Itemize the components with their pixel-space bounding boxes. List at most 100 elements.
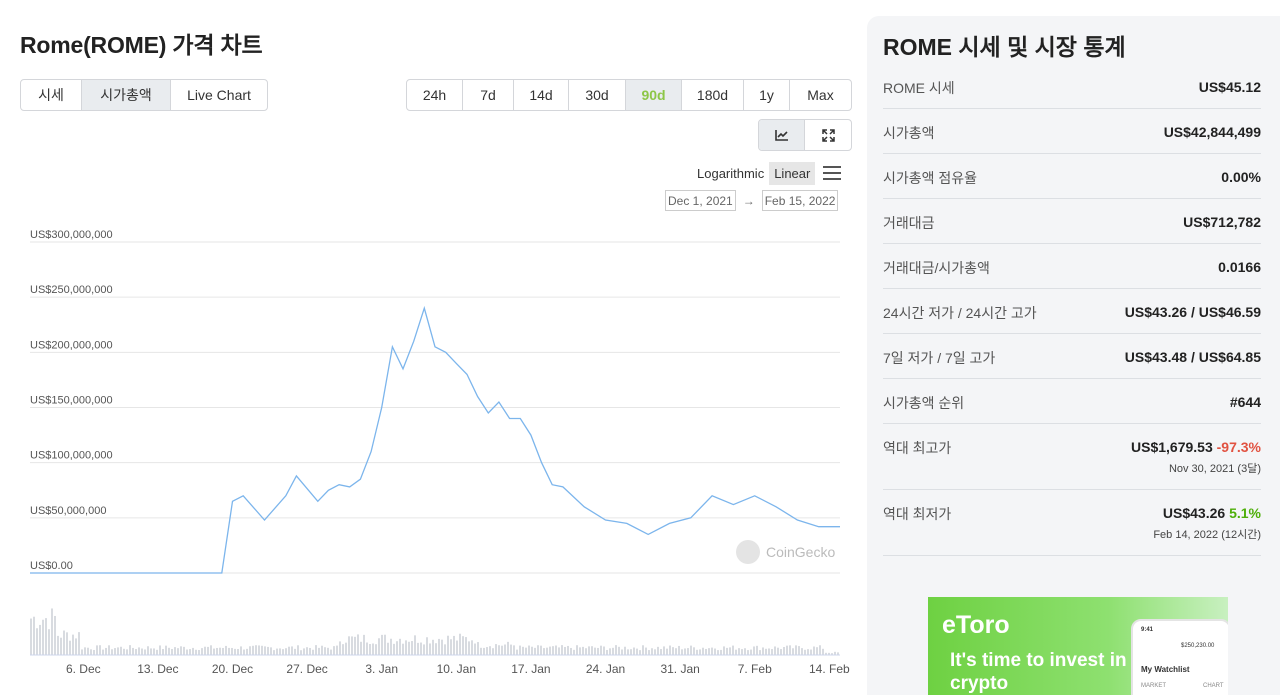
line-chart-icon xyxy=(774,130,788,141)
volume-bar xyxy=(774,646,776,655)
volume-bar xyxy=(165,645,167,655)
range-14d-button[interactable]: 14d xyxy=(514,80,569,110)
tab-0[interactable]: 시세 xyxy=(21,80,82,110)
volume-bar xyxy=(213,648,215,655)
volume-bar xyxy=(255,645,257,655)
volume-bar xyxy=(771,649,773,655)
volume-bar xyxy=(426,637,428,655)
volume-bar xyxy=(402,643,404,655)
volume-bar xyxy=(690,645,692,655)
volume-bar xyxy=(78,632,80,655)
volume-bar xyxy=(54,615,56,655)
y-tick-label: US$200,000,000 xyxy=(30,339,113,351)
volume-bar xyxy=(333,646,335,655)
volume-bar xyxy=(810,649,812,655)
volume-bar xyxy=(516,649,518,655)
volume-bar xyxy=(48,629,50,655)
volume-bar xyxy=(126,649,128,655)
volume-bar xyxy=(777,647,779,655)
volume-bar xyxy=(780,649,782,655)
date-from-input[interactable]: Dec 1, 2021 xyxy=(665,190,736,211)
volume-bar xyxy=(162,649,164,655)
volume-bar xyxy=(30,618,32,655)
volume-bar xyxy=(318,647,320,655)
stat-sub: Nov 30, 2021 (3달) xyxy=(1168,463,1261,475)
volume-bar xyxy=(549,646,551,655)
fullscreen-button[interactable] xyxy=(805,120,851,150)
volume-bar xyxy=(261,645,263,655)
stat-label: 24시간 저가 / 24시간 고가 xyxy=(883,305,1037,321)
volume-bar xyxy=(39,624,41,655)
range-1y-button[interactable]: 1y xyxy=(744,80,790,110)
volume-bar xyxy=(732,645,734,655)
phone-watchlist: My Watchlist xyxy=(1141,665,1190,674)
volume-bar xyxy=(480,647,482,655)
range-30d-button[interactable]: 30d xyxy=(569,80,626,110)
volume-bar xyxy=(531,646,533,655)
stat-value: US$42,844,499 xyxy=(1163,124,1261,140)
volume-bar xyxy=(558,647,560,655)
linear-option[interactable]: Linear xyxy=(769,161,816,185)
volume-bar xyxy=(123,648,125,655)
volume-bar xyxy=(210,645,212,655)
volume-bar xyxy=(252,645,254,655)
volume-bar xyxy=(222,647,224,655)
volume-bar xyxy=(399,638,401,655)
volume-bar xyxy=(186,649,188,655)
volume-bar xyxy=(453,635,455,655)
volume-bar xyxy=(768,648,770,655)
range-90d-button[interactable]: 90d xyxy=(626,80,682,110)
volume-bar xyxy=(345,642,347,655)
volume-bar xyxy=(204,646,206,655)
volume-bar xyxy=(270,647,272,655)
volume-bar xyxy=(75,638,77,655)
volume-bar xyxy=(279,648,281,655)
volume-bar xyxy=(264,646,266,655)
page-title: Rome(ROME) 가격 차트 xyxy=(20,32,263,58)
range-180d-button[interactable]: 180d xyxy=(682,80,744,110)
logarithmic-option[interactable]: Logarithmic xyxy=(692,162,769,185)
stat-row: 역대 최저가 US$43.26 5.1% Feb 14, 2022 (12시간) xyxy=(883,490,1261,556)
hamburger-menu-icon[interactable] xyxy=(823,166,842,180)
phone-balance: $250,230.00 xyxy=(1181,643,1215,649)
date-to-input[interactable]: Feb 15, 2022 xyxy=(761,190,839,211)
volume-bar xyxy=(327,647,329,655)
volume-bar xyxy=(417,642,419,655)
y-tick-label: US$250,000,000 xyxy=(30,284,113,296)
volume-bar xyxy=(507,641,509,655)
line-chart-button[interactable] xyxy=(759,120,805,150)
volume-bar xyxy=(372,643,374,655)
volume-bar xyxy=(468,641,470,655)
phone-mockup: 9:41 $250,230.00 My Watchlist MARKET CHA… xyxy=(1131,619,1228,695)
volume-bar xyxy=(216,647,218,655)
volume-bar xyxy=(396,641,398,655)
etoro-ad-banner[interactable]: eToro It's time to invest in crypto 9:41… xyxy=(928,597,1228,695)
tab-2[interactable]: Live Chart xyxy=(171,80,267,110)
volume-bar xyxy=(384,634,386,655)
volume-bar xyxy=(702,647,704,655)
range-24h-button[interactable]: 24h xyxy=(407,80,463,110)
volume-bar xyxy=(621,649,623,655)
volume-bar xyxy=(348,636,350,655)
volume-bar xyxy=(81,649,83,655)
volume-bar xyxy=(510,644,512,655)
volume-bar xyxy=(447,635,449,655)
volume-bar xyxy=(489,646,491,655)
volume-bar xyxy=(66,632,68,655)
volume-bar xyxy=(363,634,365,655)
volume-bar xyxy=(726,647,728,655)
volume-bar xyxy=(816,647,818,655)
stat-change: -97.3% xyxy=(1212,439,1261,455)
stats-table: ROME 시세 US$45.12 시가총액 US$42,844,499 시가총액 점유율… xyxy=(883,64,1261,556)
range-max-button[interactable]: Max xyxy=(790,80,851,110)
volume-bar xyxy=(552,646,554,655)
volume-bar xyxy=(102,649,104,655)
range-7d-button[interactable]: 7d xyxy=(463,80,514,110)
stat-row: 시가총액 순위 #644 xyxy=(883,379,1261,424)
tab-1[interactable]: 시가총액 xyxy=(82,80,171,110)
stat-sub: Feb 14, 2022 (12시간) xyxy=(1153,529,1261,541)
volume-bar xyxy=(612,647,614,655)
stat-row: 24시간 저가 / 24시간 고가 US$43.26 / US$46.59 xyxy=(883,289,1261,334)
x-tick-label: 27. Dec xyxy=(286,662,327,676)
volume-bar xyxy=(513,645,515,655)
